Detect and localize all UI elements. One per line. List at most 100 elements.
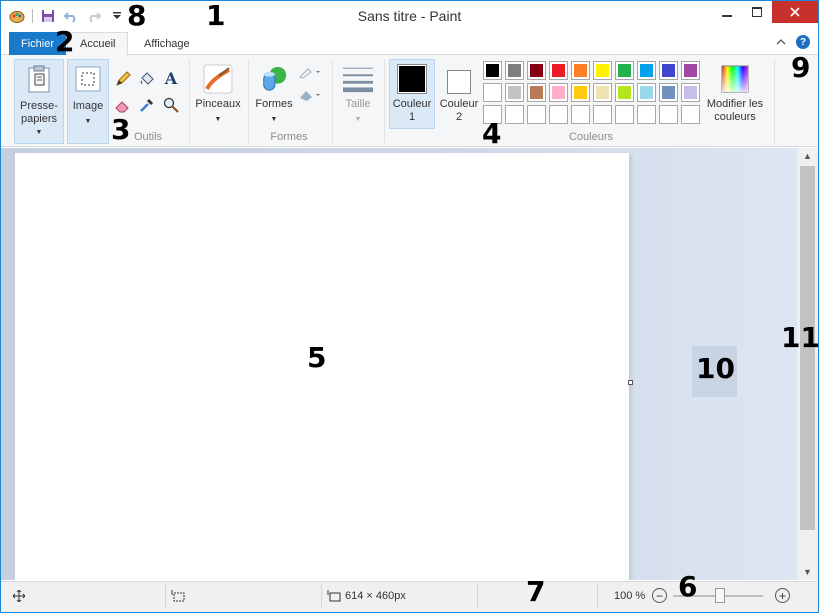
tab-home[interactable]: Accueil: [67, 32, 129, 55]
zoom-in-icon[interactable]: +: [775, 588, 790, 603]
text-icon[interactable]: A: [163, 69, 179, 88]
outline-icon[interactable]: [298, 64, 322, 80]
shapes-label: Formes: [255, 98, 293, 110]
tab-view[interactable]: Affichage: [132, 33, 202, 55]
color-swatch-fill: [618, 86, 631, 99]
color-swatch-fill: [486, 64, 499, 77]
zoom-out-icon[interactable]: −: [652, 588, 667, 603]
canvas-resize-handle[interactable]: [628, 380, 633, 385]
image-size-icon: [327, 582, 341, 609]
zoom-slider-thumb[interactable]: [715, 588, 725, 603]
image-dimensions: 614 × 460px: [345, 589, 406, 602]
color-swatch[interactable]: [505, 105, 524, 124]
color-swatch[interactable]: [637, 105, 656, 124]
color-swatch[interactable]: [571, 83, 590, 102]
pencil-icon[interactable]: [115, 71, 131, 87]
color2-label-1: Couleur: [439, 98, 479, 110]
color-swatch-fill: [596, 64, 609, 77]
callout-9: 9: [791, 51, 811, 84]
color1-swatch: [397, 64, 427, 94]
size-dropdown-icon: ▼: [354, 116, 362, 123]
color-swatch[interactable]: [637, 83, 656, 102]
collapse-ribbon-icon[interactable]: [776, 38, 786, 46]
color-picker-icon[interactable]: [139, 97, 155, 113]
color-swatch-fill: [574, 86, 587, 99]
callout-11: 11: [781, 321, 819, 354]
group-divider: [384, 59, 385, 143]
color-swatch[interactable]: [615, 105, 634, 124]
color-swatch[interactable]: [505, 83, 524, 102]
color-swatch[interactable]: [659, 61, 678, 80]
color-swatch[interactable]: [571, 61, 590, 80]
color-swatch[interactable]: [527, 83, 546, 102]
callout-1: 1: [206, 0, 226, 32]
maximize-button[interactable]: [742, 1, 772, 23]
color-swatch-fill: [508, 64, 521, 77]
shape-fill-icon[interactable]: [298, 87, 322, 103]
color-swatch[interactable]: [549, 105, 568, 124]
vertical-scrollbar[interactable]: ▲ ▼: [797, 148, 818, 580]
color-swatch[interactable]: [571, 105, 590, 124]
callout-7: 7: [526, 575, 546, 608]
color-swatch-fill: [530, 64, 543, 77]
minimize-button[interactable]: [712, 1, 742, 23]
color-swatch-fill: [618, 108, 631, 121]
color-swatch-fill: [596, 108, 609, 121]
color-swatch[interactable]: [615, 61, 634, 80]
color1-button[interactable]: Couleur 1: [389, 59, 435, 129]
color-swatch[interactable]: [637, 61, 656, 80]
callout-6: 6: [678, 570, 698, 603]
eraser-icon[interactable]: [115, 97, 131, 113]
color-swatch[interactable]: [593, 61, 612, 80]
status-divider: [165, 584, 166, 608]
color-swatch-fill: [552, 64, 565, 77]
shapes-button[interactable]: Formes ▼: [252, 59, 296, 129]
color-swatch[interactable]: [527, 105, 546, 124]
color-swatch[interactable]: [681, 61, 700, 80]
fill-icon[interactable]: [139, 71, 155, 87]
size-label: Taille: [345, 98, 371, 110]
status-divider: [597, 584, 598, 608]
color-swatch[interactable]: [681, 83, 700, 102]
color-swatch[interactable]: [549, 83, 568, 102]
color1-label-2: 1: [408, 111, 416, 123]
color-swatch-fill: [640, 108, 653, 121]
color-swatch[interactable]: [593, 105, 612, 124]
color-swatch[interactable]: [681, 105, 700, 124]
color-swatch[interactable]: [615, 83, 634, 102]
group-divider: [774, 59, 775, 143]
window-controls: [712, 1, 818, 23]
brushes-button[interactable]: Pinceaux ▼: [192, 59, 244, 144]
callout-3: 3: [111, 113, 131, 146]
image-button[interactable]: Image ▼: [67, 59, 109, 144]
paint-window: Sans titre - Paint Fichier Accueil Affic…: [0, 0, 819, 613]
image-dropdown-icon: ▼: [84, 118, 92, 125]
magnifier-icon[interactable]: [163, 97, 179, 113]
colors-group-label: Couleurs: [568, 131, 614, 143]
color2-button[interactable]: Couleur 2: [437, 59, 481, 129]
zoom-level: 100 %: [614, 589, 646, 602]
canvas-workspace[interactable]: [1, 148, 797, 580]
color2-swatch: [447, 70, 471, 94]
edit-colors-button[interactable]: Modifier les couleurs: [702, 59, 768, 129]
scroll-down-icon[interactable]: ▼: [797, 564, 818, 580]
clipboard-button[interactable]: Presse- papiers ▼: [14, 59, 64, 144]
color-swatch[interactable]: [527, 61, 546, 80]
color-swatch[interactable]: [593, 83, 612, 102]
callout-8: 8: [127, 0, 147, 32]
color-swatch[interactable]: [505, 61, 524, 80]
color-swatch[interactable]: [549, 61, 568, 80]
color-swatch[interactable]: [483, 83, 502, 102]
help-icon[interactable]: ?: [796, 35, 810, 49]
close-button[interactable]: [772, 1, 818, 23]
scroll-up-icon[interactable]: ▲: [797, 148, 818, 164]
color2-label-2: 2: [455, 111, 463, 123]
color-swatch[interactable]: [659, 105, 678, 124]
color-swatch-fill: [508, 108, 521, 121]
shapes-icon: [259, 64, 289, 94]
size-button[interactable]: Taille ▼: [337, 59, 379, 129]
color-swatch[interactable]: [483, 61, 502, 80]
clipboard-label-1: Presse-: [20, 100, 58, 112]
color-swatch-fill: [618, 64, 631, 77]
color-swatch[interactable]: [659, 83, 678, 102]
